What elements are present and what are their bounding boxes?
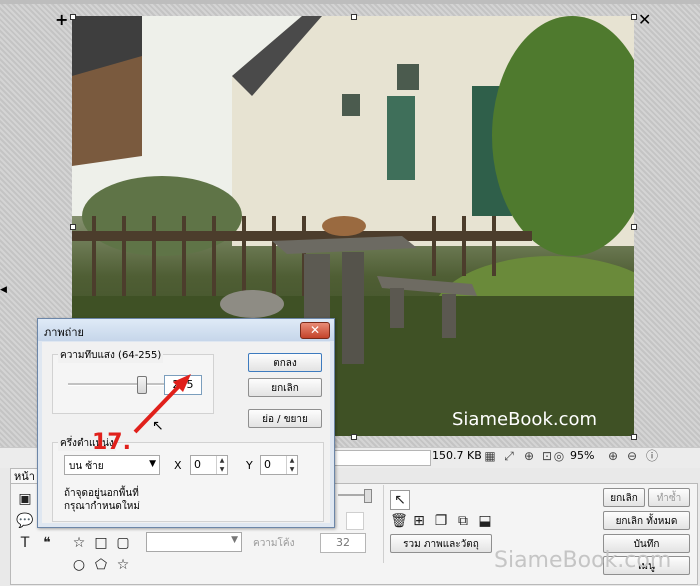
resize-handle-bottom[interactable] xyxy=(351,434,357,440)
square-shape-icon[interactable]: □ xyxy=(92,534,110,552)
close-icon[interactable]: ✕ xyxy=(638,10,651,29)
step-annotation: 17. xyxy=(92,430,131,455)
panel-divider xyxy=(383,485,384,563)
y-value: 0 xyxy=(264,458,271,471)
pentagon-shape-icon[interactable]: ⬠ xyxy=(92,556,110,574)
delete-icon[interactable]: 🗑 xyxy=(390,512,408,530)
curve-value[interactable]: 32 xyxy=(320,533,366,553)
y-spinbox[interactable]: 0 ▲ ▼ xyxy=(260,455,298,475)
checker-icon[interactable]: ▦ xyxy=(483,449,497,463)
pointer-tool-icon[interactable]: ↖ xyxy=(390,490,410,510)
group-objects-icon[interactable]: ⧉ xyxy=(454,512,472,530)
undo-button[interactable]: ยกเลิก xyxy=(603,488,645,507)
circle-shape-icon[interactable]: ○ xyxy=(70,556,88,574)
resize-handle-top-left[interactable] xyxy=(70,14,76,20)
left-arrow-icon[interactable]: ◀ xyxy=(0,285,7,295)
add-object-icon[interactable]: ⊞ xyxy=(410,512,428,530)
x-value: 0 xyxy=(194,458,201,471)
resize-handle-top[interactable] xyxy=(351,14,357,20)
cancel-button[interactable]: ยกเลิก xyxy=(248,378,322,397)
canvas-watermark: SiameBook.com xyxy=(452,409,598,430)
resize-button[interactable]: ย่อ / ขยาย xyxy=(248,409,322,428)
spin-arrows-icon[interactable]: ▲ ▼ xyxy=(286,456,297,474)
y-label: Y xyxy=(246,459,253,472)
panel-slider-thumb[interactable] xyxy=(364,489,372,503)
redo-button: ทำซ้ำ xyxy=(648,488,690,507)
position-selected: บน ซ้าย xyxy=(69,461,104,472)
arrange-icon[interactable]: ⬓ xyxy=(476,512,494,530)
chevron-down-icon: ▼ xyxy=(149,459,156,469)
dialog-title: ภาพถ่าย xyxy=(44,326,84,339)
position-dropdown[interactable]: บน ซ้าย ▼ xyxy=(64,455,160,475)
quote-tool-icon[interactable]: ❝ xyxy=(38,534,56,552)
rounded-square-shape-icon[interactable]: ▢ xyxy=(114,534,132,552)
hint-line-2: กรุณากำหนดใหม่ xyxy=(64,501,140,512)
star-shape-icon[interactable]: ☆ xyxy=(70,534,88,552)
dialog-close-button[interactable]: ✕ xyxy=(300,322,330,339)
ok-button[interactable]: ตกลง xyxy=(248,353,322,372)
image-tool-icon[interactable]: ▣ xyxy=(16,490,34,508)
undo-all-button[interactable]: ยกเลิก ทั้งหมด xyxy=(603,511,690,530)
opacity-label: ความทึบแสง (64-255) xyxy=(58,348,164,363)
x-spinbox[interactable]: 0 ▲ ▼ xyxy=(190,455,228,475)
zoom-fit-icon[interactable]: ◎ xyxy=(552,449,566,463)
resize-handle-bottom-right[interactable] xyxy=(631,434,637,440)
curve-label: ความโค้ง xyxy=(253,538,295,549)
zoom-actual-icon[interactable]: ⊕ xyxy=(522,449,536,463)
disabled-spin-box xyxy=(346,512,364,530)
zoom-in-icon[interactable]: ⊕ xyxy=(606,449,620,463)
zoom-level: 95% xyxy=(570,449,595,462)
x-label: X xyxy=(174,459,182,472)
top-toolbar-strip xyxy=(0,0,700,4)
merge-image-objects-button[interactable]: รวม ภาพและวัตถุ xyxy=(390,534,492,553)
spin-arrows-icon[interactable]: ▲ ▼ xyxy=(216,456,227,474)
resize-handle-top-right[interactable] xyxy=(631,14,637,20)
file-size: 150.7 KB xyxy=(432,449,482,462)
annotation-arrow xyxy=(133,374,191,434)
zoom-out-icon[interactable]: ⊖ xyxy=(625,449,639,463)
plus-icon[interactable]: + xyxy=(55,10,68,29)
info-icon[interactable]: ⓘ xyxy=(645,449,659,463)
star-outline-shape-icon[interactable]: ☆ xyxy=(114,556,132,574)
resize-handle-right[interactable] xyxy=(631,224,637,230)
mouse-cursor-icon: ↖ xyxy=(152,418,164,434)
footer-watermark: SiameBook.com xyxy=(494,548,672,573)
resize-handle-left[interactable] xyxy=(70,224,76,230)
style-dropdown[interactable]: ▼ xyxy=(146,532,242,552)
copy-object-icon[interactable]: ❐ xyxy=(432,512,450,530)
fit-icon[interactable]: ⤢ xyxy=(502,449,516,463)
status-field xyxy=(333,450,431,466)
speech-bubble-icon[interactable]: 💬 xyxy=(16,512,34,530)
text-tool-icon[interactable]: T xyxy=(16,534,34,552)
